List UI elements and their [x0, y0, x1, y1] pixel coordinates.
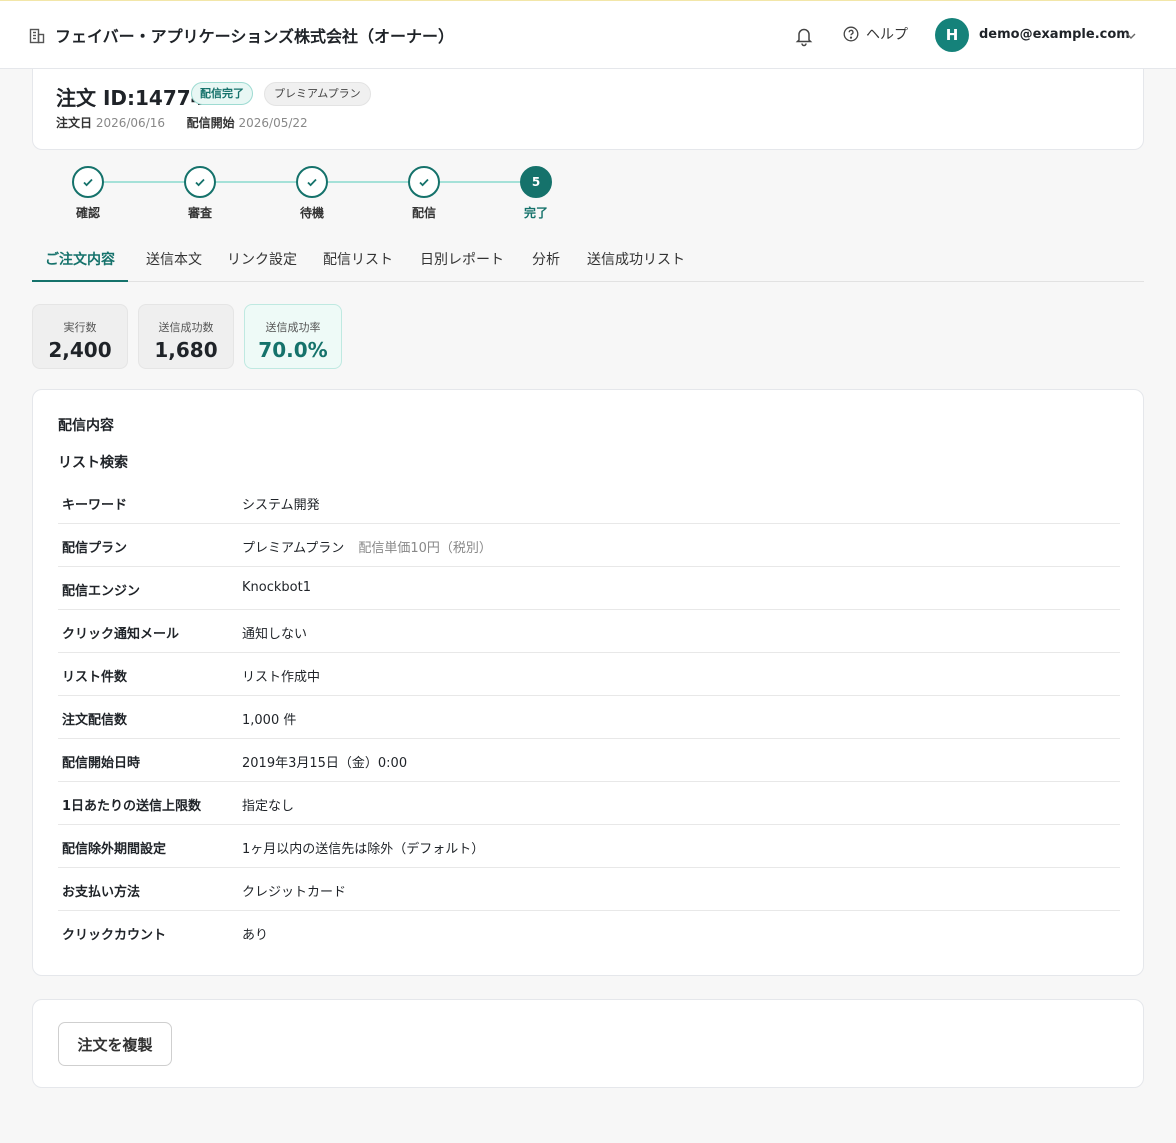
row-value: クレジットカード: [242, 885, 347, 900]
row-note: 配信単価10円（税別）: [358, 541, 492, 556]
row-label: 配信プラン: [62, 541, 128, 556]
details-table: キーワード システム開発 配信プラン プレミアムプラン 配信単価10円（税別） 配…: [58, 481, 1120, 954]
tab-message-body[interactable]: 送信本文: [136, 240, 212, 282]
step-check: [184, 166, 216, 198]
company-name: フェイバー・アプリケーションズ株式会社（オーナー）: [55, 27, 455, 46]
step-label: 審査: [187, 206, 212, 220]
start-date-label: 配信開始: [186, 116, 235, 130]
tab-link-settings[interactable]: リンク設定: [220, 240, 304, 282]
order-date: 2026/06/16: [95, 116, 166, 130]
step-confirm: 確認: [56, 166, 120, 221]
row-value: Knockbot1: [242, 580, 311, 595]
user-email[interactable]: demo@example.com: [979, 27, 1130, 42]
table-row: 注文配信数 1,000 件: [58, 696, 1120, 739]
table-row: 配信エンジン Knockbot1: [58, 567, 1120, 610]
table-row: 配信開始日時 2019年3月15日（金）0:00: [58, 739, 1120, 782]
order-summary-card: 注文 ID:14774 配信完了 プレミアムプラン 注文日 2026/06/16…: [32, 69, 1144, 150]
table-row: クリックカウント あり: [58, 911, 1120, 954]
stat-executions: 実行数 2,400: [32, 304, 128, 369]
duplicate-order-button[interactable]: 注文を複製: [58, 1022, 172, 1066]
stat-success-count: 送信成功数 1,680: [138, 304, 234, 369]
check-icon: [195, 178, 205, 187]
help-link[interactable]: ヘルプ: [843, 24, 908, 44]
row-value-group: プレミアムプラン 配信単価10円（税別）: [242, 537, 492, 556]
step-delivery: 配信: [392, 166, 456, 221]
chevron-down-icon[interactable]: [1124, 29, 1138, 43]
building-icon: [29, 28, 45, 44]
progress-stepper: 確認 審査 待機 配信 5 完了: [56, 166, 576, 226]
stat-success-rate: 送信成功率 70.0%: [244, 304, 342, 369]
table-row: お支払い方法 クレジットカード: [58, 868, 1120, 911]
row-label: 配信エンジン: [62, 584, 141, 599]
tab-order-details[interactable]: ご注文内容: [32, 240, 128, 282]
row-value: あり: [242, 928, 269, 943]
check-icon: [307, 178, 317, 187]
stat-value: 70.0%: [258, 338, 328, 362]
row-label: 配信除外期間設定: [62, 842, 167, 857]
check-icon: [419, 178, 429, 187]
row-value: 通知しない: [242, 627, 308, 642]
row-value: 1ヶ月以内の送信先は除外（デフォルト）: [242, 842, 485, 857]
section-title: 配信内容: [58, 418, 114, 434]
table-row: 配信プラン プレミアムプラン 配信単価10円（税別）: [58, 524, 1120, 567]
stat-value: 1,680: [154, 338, 218, 362]
row-value: 1,000 件: [242, 713, 297, 728]
step-waiting: 待機: [280, 166, 344, 221]
plan-badge: プレミアムプラン: [264, 82, 371, 106]
tab-analysis[interactable]: 分析: [526, 240, 566, 282]
step-label: 完了: [523, 206, 548, 220]
help-label: ヘルプ: [866, 27, 908, 43]
step-check: [296, 166, 328, 198]
help-circle-icon: [843, 26, 859, 42]
avatar[interactable]: H: [935, 18, 969, 52]
row-label: お支払い方法: [62, 885, 141, 900]
row-value: 指定なし: [242, 799, 295, 814]
tab-success-list[interactable]: 送信成功リスト: [584, 240, 688, 282]
row-label: クリックカウント: [62, 928, 167, 943]
step-number: 5: [520, 166, 552, 198]
list-search-title: リスト検索: [58, 455, 128, 471]
status-badge: 配信完了: [191, 82, 253, 105]
step-review: 審査: [168, 166, 232, 221]
delivery-details-card: 配信内容 リスト検索 キーワード システム開発 配信プラン プレミアムプラン 配信…: [32, 389, 1144, 976]
row-label: 1日あたりの送信上限数: [62, 799, 202, 814]
row-label: キーワード: [62, 498, 128, 513]
stat-label: 実行数: [63, 321, 97, 334]
app-header: フェイバー・アプリケーションズ株式会社（オーナー） ヘルプ H demo@exa…: [0, 1, 1176, 69]
row-label: クリック通知メール: [62, 627, 180, 642]
row-value: リスト作成中: [242, 670, 321, 685]
row-label: リスト件数: [62, 670, 128, 685]
stat-label: 送信成功率: [265, 321, 321, 334]
table-row: キーワード システム開発: [58, 481, 1120, 524]
row-label: 注文配信数: [62, 713, 128, 728]
table-row: クリック通知メール 通知しない: [58, 610, 1120, 653]
step-check: [408, 166, 440, 198]
actions-card: 注文を複製: [32, 999, 1144, 1088]
check-icon: [83, 178, 93, 187]
start-date: 2026/05/22: [238, 116, 308, 130]
table-row: 配信除外期間設定 1ヶ月以内の送信先は除外（デフォルト）: [58, 825, 1120, 868]
row-label: 配信開始日時: [62, 756, 141, 771]
bell-icon[interactable]: [793, 25, 815, 47]
row-value: プレミアムプラン: [242, 541, 345, 556]
order-date-label: 注文日: [56, 116, 93, 130]
row-value: システム開発: [242, 498, 320, 513]
tab-delivery-list[interactable]: 配信リスト: [318, 240, 398, 282]
tab-daily-report[interactable]: 日別レポート: [416, 240, 508, 282]
step-check: [72, 166, 104, 198]
step-label: 待機: [299, 206, 324, 220]
order-title: 注文 ID:14774: [56, 86, 205, 110]
stat-value: 2,400: [48, 338, 112, 362]
order-meta: 注文日 2026/06/16 配信開始 2026/05/22: [56, 114, 308, 131]
order-tabs: ご注文内容 送信本文 リンク設定 配信リスト 日別レポート 分析 送信成功リスト: [32, 240, 1144, 282]
step-label: 確認: [75, 206, 100, 220]
stat-label: 送信成功数: [158, 321, 214, 334]
table-row: リスト件数 リスト作成中: [58, 653, 1120, 696]
step-complete: 5 完了: [504, 166, 568, 221]
step-label: 配信: [411, 206, 436, 220]
row-value: 2019年3月15日（金）0:00: [242, 756, 408, 771]
table-row: 1日あたりの送信上限数 指定なし: [58, 782, 1120, 825]
